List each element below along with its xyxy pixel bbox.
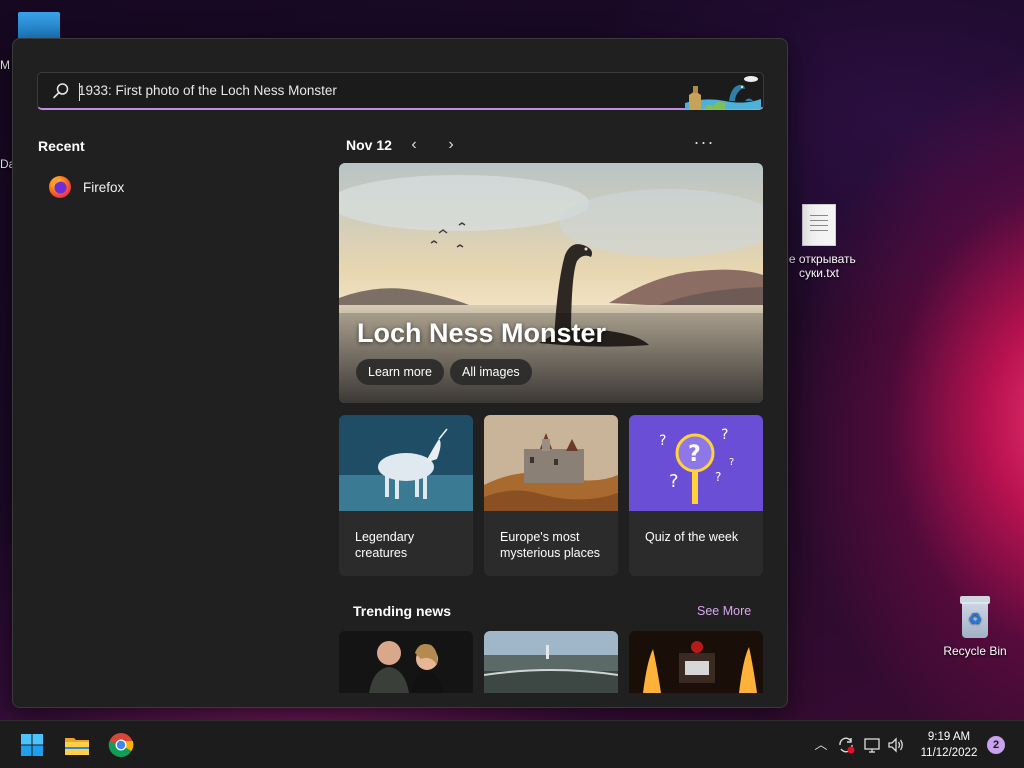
all-images-button[interactable]: All images bbox=[450, 359, 532, 385]
svg-text:?: ? bbox=[729, 457, 734, 468]
taskbar: ︿ 9:19 AM 11/12/2022 2 bbox=[0, 720, 1024, 768]
search-icon bbox=[53, 83, 69, 99]
next-day-button[interactable]: › bbox=[440, 135, 462, 157]
see-more-link[interactable]: See More bbox=[697, 604, 751, 618]
svg-text:?: ? bbox=[715, 470, 721, 484]
card-caption: Legendary creatures bbox=[355, 530, 415, 560]
desktop-app-icon[interactable] bbox=[18, 12, 60, 40]
notification-badge[interactable]: 2 bbox=[987, 736, 1005, 754]
chrome-icon[interactable] bbox=[105, 729, 137, 761]
system-clock[interactable]: 9:19 AM 11/12/2022 bbox=[914, 729, 984, 761]
text-file-label-line1: не открывать bbox=[782, 252, 856, 266]
card-legendary-creatures[interactable]: Legendary creatures bbox=[339, 415, 473, 576]
file-explorer-icon[interactable] bbox=[61, 729, 93, 761]
text-file-label-line2: суки.txt bbox=[799, 266, 839, 280]
clock-date: 11/12/2022 bbox=[920, 747, 978, 759]
hero-title: Loch Ness Monster bbox=[357, 318, 607, 348]
recycle-bin-icon: ♻ bbox=[958, 596, 992, 638]
search-panel: Recent Firefox Nov 12 ‹ › ··· bbox=[12, 38, 788, 708]
highlights-date: Nov 12 bbox=[346, 137, 392, 153]
previous-day-button[interactable]: ‹ bbox=[403, 135, 425, 157]
svg-text:?: ? bbox=[721, 427, 728, 443]
loch-ness-doodle-icon[interactable] bbox=[685, 73, 761, 109]
more-options-button[interactable]: ··· bbox=[689, 132, 719, 154]
text-file-icon bbox=[802, 204, 836, 246]
firefox-icon bbox=[49, 176, 71, 198]
news-image-city bbox=[484, 631, 618, 693]
card-caption: Europe's most mysterious places bbox=[500, 530, 601, 560]
quiz-image: ? ? ? ? ? ? bbox=[629, 415, 763, 511]
svg-text:?: ? bbox=[669, 471, 679, 492]
news-card[interactable] bbox=[484, 631, 618, 693]
show-hidden-icons-button[interactable]: ︿ bbox=[812, 734, 830, 754]
search-box[interactable] bbox=[37, 72, 764, 110]
news-card[interactable] bbox=[339, 631, 473, 693]
card-quiz-of-the-week[interactable]: ? ? ? ? ? ? Quiz of the week bbox=[629, 415, 763, 576]
search-input[interactable] bbox=[78, 73, 678, 109]
network-icon[interactable] bbox=[862, 735, 882, 755]
news-card[interactable] bbox=[629, 631, 763, 693]
desktop-recycle-bin[interactable]: ♻ Recycle Bin bbox=[940, 596, 1010, 658]
unicorn-image bbox=[339, 415, 473, 511]
sync-status-icon[interactable] bbox=[836, 735, 856, 755]
card-caption: Quiz of the week bbox=[645, 530, 739, 544]
card-mysterious-places[interactable]: Europe's most mysterious places bbox=[484, 415, 618, 576]
volume-icon[interactable] bbox=[886, 735, 906, 755]
windows-start-icon[interactable] bbox=[16, 729, 48, 761]
recent-item-firefox[interactable]: Firefox bbox=[43, 171, 293, 203]
recent-heading: Recent bbox=[38, 138, 85, 154]
news-image-fire-show bbox=[629, 631, 763, 693]
learn-more-button[interactable]: Learn more bbox=[356, 359, 444, 385]
trending-news-heading: Trending news bbox=[353, 603, 452, 619]
recycle-bin-label: Recycle Bin bbox=[943, 644, 1007, 658]
news-image-people bbox=[339, 631, 473, 693]
svg-text:?: ? bbox=[688, 442, 701, 467]
desktop-icon-label-partial: M bbox=[0, 58, 10, 72]
recent-item-label: Firefox bbox=[83, 179, 125, 195]
clock-time: 9:19 AM bbox=[927, 731, 971, 743]
desktop-text-file[interactable]: не открывать суки.txt bbox=[780, 204, 858, 280]
hero-card[interactable]: Loch Ness Monster Learn more All images bbox=[339, 163, 763, 403]
text-caret bbox=[79, 83, 80, 101]
highlights-header: Nov 12 ‹ › ··· bbox=[346, 132, 766, 157]
svg-text:?: ? bbox=[659, 433, 666, 449]
castle-image bbox=[484, 415, 618, 511]
